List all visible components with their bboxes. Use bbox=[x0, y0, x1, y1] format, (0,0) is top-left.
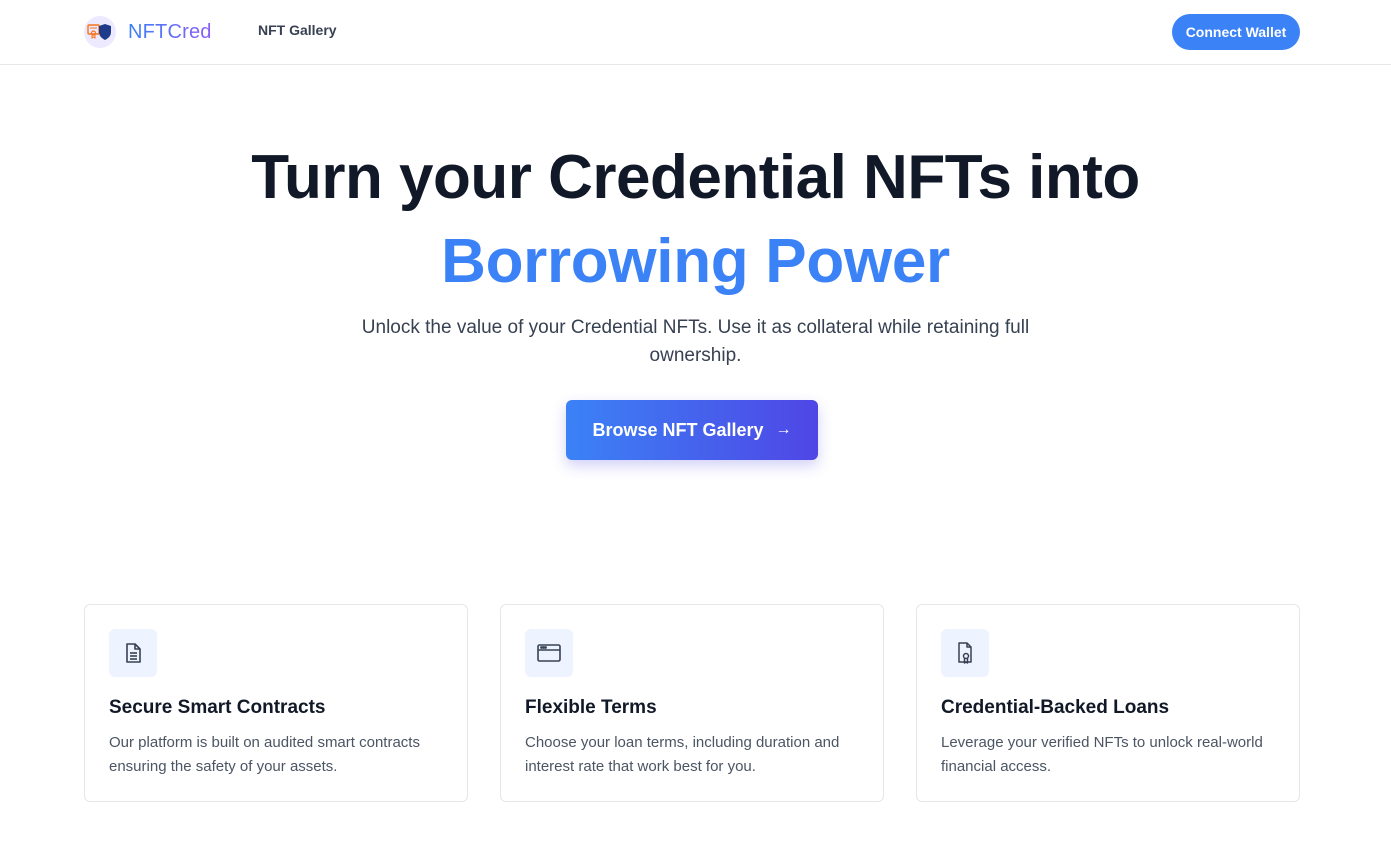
browse-button-label: Browse NFT Gallery bbox=[592, 419, 764, 440]
connect-wallet-button[interactable]: Connect Wallet bbox=[1172, 14, 1300, 50]
document-icon bbox=[109, 629, 157, 677]
feature-description: Choose your loan terms, including durati… bbox=[525, 734, 840, 775]
hero-title-line-1: Turn your Credential NFTs into bbox=[251, 143, 1140, 212]
browser-window-icon bbox=[525, 629, 573, 677]
brand-name: NFTCred bbox=[128, 20, 212, 43]
feature-card-secure-smart-contracts: Secure Smart Contracts Our platform is b… bbox=[84, 604, 468, 802]
feature-description: Leverage your verified NFTs to unlock re… bbox=[941, 734, 1263, 775]
feature-description: Our platform is built on audited smart c… bbox=[109, 734, 420, 775]
brand-home-link[interactable]: NFTCred bbox=[84, 16, 212, 48]
feature-card-credential-backed-loans: Credential-Backed Loans Leverage your ve… bbox=[916, 604, 1300, 802]
feature-card-flexible-terms: Flexible Terms Choose your loan terms, i… bbox=[500, 604, 884, 802]
brand-logo-icon bbox=[84, 16, 116, 48]
arrow-right-icon: → bbox=[775, 421, 792, 438]
certificate-document-icon bbox=[941, 629, 989, 677]
feature-title: Credential-Backed Loans bbox=[941, 697, 1170, 718]
hero-title-line-2: Borrowing Power bbox=[441, 227, 950, 296]
nav-link-nft-gallery[interactable]: NFT Gallery bbox=[258, 22, 337, 38]
feature-title: Secure Smart Contracts bbox=[109, 697, 326, 718]
browse-nft-gallery-button[interactable]: Browse NFT Gallery → bbox=[566, 400, 818, 460]
feature-title: Flexible Terms bbox=[525, 697, 657, 718]
hero-subtitle: Unlock the value of your Credential NFTs… bbox=[361, 317, 1030, 366]
top-navigation-bar: NFTCred NFT Gallery Connect Wallet bbox=[0, 0, 1391, 65]
